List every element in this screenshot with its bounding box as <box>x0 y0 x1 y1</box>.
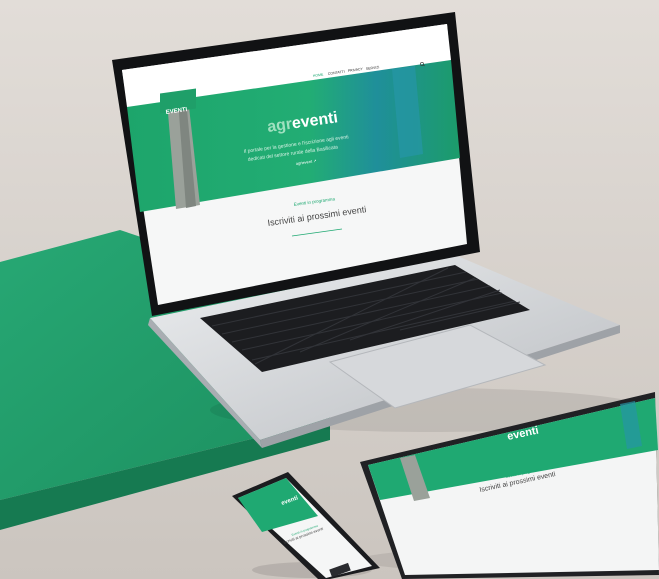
mockup-scene: EVENTI HOME CONTATTI PRIVACY SERVIZI agr… <box>0 0 659 579</box>
hero-title-prefix: agr <box>266 116 293 136</box>
